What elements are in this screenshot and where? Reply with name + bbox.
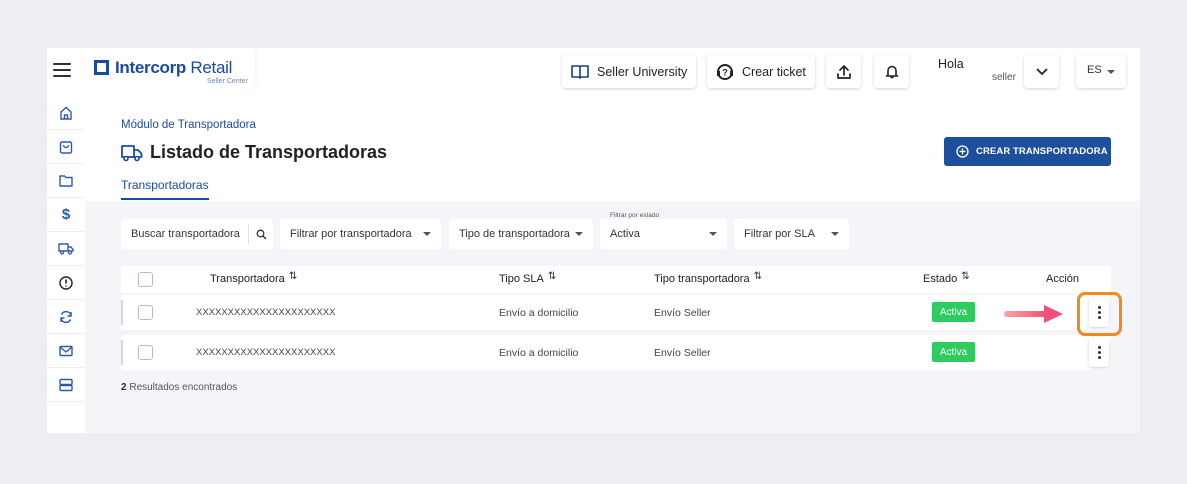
crear-ticket-label: Crear ticket xyxy=(742,64,806,79)
status-filter-floating-label: Filtrar por estado xyxy=(610,212,660,219)
sort-icon[interactable]: ⇅ xyxy=(548,271,556,282)
status-filter-select[interactable]: Filtrar por estado Activa xyxy=(600,212,727,249)
language-value: ES xyxy=(1087,64,1102,76)
crear-ticket-button[interactable]: ? Crear ticket xyxy=(707,55,815,88)
upload-button[interactable] xyxy=(826,55,861,88)
alert-circle-icon xyxy=(59,275,73,290)
sidebar-item-alerts[interactable] xyxy=(47,266,85,300)
status-badge: Activa xyxy=(932,302,975,322)
truck-title-icon xyxy=(121,145,143,162)
create-carrier-button[interactable]: CREAR TRANSPORTADORA xyxy=(944,137,1111,166)
table-row: XXXXXXXXXXXXXXXXXXXXXX Envío a domicilio… xyxy=(121,295,1111,330)
logo-text: Intercorp Retail xyxy=(115,58,233,77)
caret-down-icon xyxy=(709,232,717,236)
search-input[interactable]: Buscar transportadora xyxy=(121,219,273,249)
logo-mark-icon xyxy=(94,60,109,75)
cell-tipo-transportadora: Envío Seller xyxy=(654,347,711,359)
bell-icon xyxy=(885,65,898,79)
page-title: Listado de Transportadoras xyxy=(150,142,388,162)
cell-transportadora: XXXXXXXXXXXXXXXXXXXXXX xyxy=(196,347,336,358)
plus-circle-icon xyxy=(956,145,969,158)
column-header-tipo-transportadora[interactable]: Tipo transportadora ⇅ xyxy=(654,271,762,285)
status-filter-value: Activa xyxy=(610,228,640,240)
create-carrier-label: CREAR TRANSPORTADORA xyxy=(976,146,1108,157)
seller-university-label: Seller University xyxy=(597,64,688,79)
carrier-type-label: Tipo de transportadora xyxy=(459,228,570,240)
sort-icon[interactable]: ⇅ xyxy=(289,271,297,282)
cell-tipo-sla: Envío a domicilio xyxy=(499,307,579,319)
server-icon xyxy=(59,378,73,391)
breadcrumb[interactable]: Módulo de Transportadora xyxy=(121,119,256,131)
logo[interactable]: Intercorp Retail Seller Center xyxy=(85,48,255,96)
sidebar-item-returns[interactable] xyxy=(47,300,85,334)
hamburger-menu-icon[interactable] xyxy=(53,63,71,77)
sidebar: $ xyxy=(47,96,85,433)
upload-icon xyxy=(836,64,851,79)
sla-filter-select[interactable]: Filtrar por SLA xyxy=(734,219,849,249)
row-checkbox[interactable] xyxy=(138,345,153,360)
app-window: Intercorp Retail Seller Center Seller Un… xyxy=(47,48,1140,433)
search-icon[interactable] xyxy=(256,229,267,240)
sort-icon[interactable]: ⇅ xyxy=(754,271,762,282)
pointer-arrow-icon xyxy=(1004,305,1063,323)
folder-icon xyxy=(59,175,73,187)
sidebar-item-catalog[interactable] xyxy=(47,164,85,198)
cell-tipo-sla: Envío a domicilio xyxy=(499,347,579,359)
dollar-icon: $ xyxy=(61,206,71,223)
status-badge: Activa xyxy=(932,342,975,362)
logo-subtitle: Seller Center xyxy=(207,78,248,85)
book-icon xyxy=(571,64,589,79)
content-header: Módulo de Transportadora Listado de Tran… xyxy=(85,96,1140,201)
caret-down-icon xyxy=(423,232,431,236)
carrier-filter-label: Filtrar por transportadora xyxy=(290,228,412,240)
sidebar-item-home[interactable] xyxy=(47,96,85,130)
table-header: Transportadora ⇅ Tipo SLA ⇅ Tipo transport… xyxy=(121,266,1111,293)
carrier-filter-select[interactable]: Filtrar por transportadora xyxy=(280,219,441,249)
row-indicator xyxy=(121,300,123,325)
caret-down-icon xyxy=(831,232,839,236)
language-select[interactable]: ES xyxy=(1076,55,1126,88)
cell-transportadora: XXXXXXXXXXXXXXXXXXXXXX xyxy=(196,307,336,318)
column-header-transportadora[interactable]: Transportadora ⇅ xyxy=(210,271,297,285)
refresh-icon xyxy=(60,310,72,323)
truck-icon xyxy=(58,243,74,255)
column-header-accion: Acción xyxy=(1046,273,1080,285)
user-menu-button[interactable] xyxy=(1024,55,1059,88)
column-header-estado[interactable]: Estado ⇅ xyxy=(923,271,970,285)
headset-icon: ? xyxy=(717,63,733,80)
row-checkbox[interactable] xyxy=(138,305,153,320)
row-actions-button[interactable] xyxy=(1089,338,1109,367)
sort-icon[interactable]: ⇅ xyxy=(961,271,969,282)
caret-down-icon xyxy=(575,232,583,236)
sidebar-item-orders[interactable] xyxy=(47,130,85,164)
sla-filter-label: Filtrar por SLA xyxy=(744,228,815,240)
chevron-down-icon xyxy=(1035,67,1048,75)
search-placeholder: Buscar transportadora xyxy=(131,228,240,240)
notifications-button[interactable] xyxy=(874,55,909,88)
sidebar-item-storage[interactable] xyxy=(47,368,85,402)
seller-university-button[interactable]: Seller University xyxy=(562,55,697,88)
mail-icon xyxy=(59,345,73,356)
sidebar-item-messages[interactable] xyxy=(47,334,85,368)
select-all-checkbox[interactable] xyxy=(138,272,153,287)
results-count: 2 Resultados encontrados xyxy=(121,382,238,393)
tab-transportadoras[interactable]: Transportadoras xyxy=(121,178,209,200)
caret-down-icon xyxy=(1107,70,1115,74)
top-bar: Intercorp Retail Seller Center Seller Un… xyxy=(47,48,1140,96)
svg-text:?: ? xyxy=(722,67,728,77)
table-row: XXXXXXXXXXXXXXXXXXXXXX Envío a domicilio… xyxy=(121,335,1111,370)
column-header-tipo-sla[interactable]: Tipo SLA ⇅ xyxy=(499,271,556,285)
action-highlight xyxy=(1077,292,1122,336)
sidebar-item-carriers[interactable] xyxy=(47,232,85,266)
cell-tipo-transportadora: Envío Seller xyxy=(654,307,711,319)
row-indicator xyxy=(121,340,123,365)
greeting: Hola xyxy=(938,57,964,71)
carrier-type-select[interactable]: Tipo de transportadora xyxy=(449,219,593,249)
search-separator xyxy=(248,224,249,244)
home-icon xyxy=(60,106,72,120)
user-name: seller xyxy=(992,72,1016,83)
shopping-bag-icon xyxy=(59,140,73,154)
sidebar-item-finance[interactable]: $ xyxy=(47,198,85,232)
